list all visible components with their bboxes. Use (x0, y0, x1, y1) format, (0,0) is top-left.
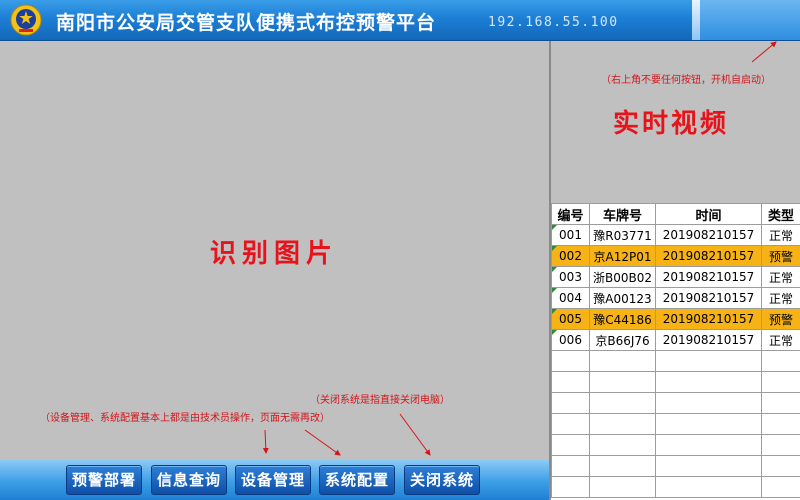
empty-table-row (551, 392, 800, 414)
plate-record-table: 编号 车牌号 时间 类型 001 豫R03771 201908210157 正常 002… (551, 203, 800, 500)
empty-table-row (551, 413, 800, 435)
empty-cell (551, 434, 590, 456)
column-header: 类型 (761, 203, 800, 225)
empty-cell (761, 413, 800, 435)
empty-cell (655, 371, 762, 393)
video-hint-note: （右上角不要任何按钮，开机自启动） (601, 75, 771, 86)
empty-cell (761, 455, 800, 477)
empty-cell (551, 413, 590, 435)
info-query-button[interactable]: 信息查询 (151, 465, 227, 495)
empty-cell (761, 476, 800, 498)
cell-plate: 京B66J76 (589, 329, 656, 351)
cell-time: 201908210157 (655, 224, 762, 246)
empty-cell (761, 371, 800, 393)
column-header: 编号 (551, 203, 590, 225)
column-header: 车牌号 (589, 203, 656, 225)
header-right-panel (700, 0, 800, 40)
admin-note: （设备管理、系统配置基本上都是由技术员操作，页面无需再改） (40, 413, 330, 424)
header-highlight (692, 0, 700, 40)
empty-cell (655, 434, 762, 456)
empty-cell (551, 392, 590, 414)
empty-cell (589, 350, 656, 372)
empty-cell (761, 434, 800, 456)
empty-cell (589, 371, 656, 393)
empty-cell (589, 392, 656, 414)
cell-id: 001 (551, 224, 590, 246)
cell-type: 正常 (761, 329, 800, 351)
system-config-button[interactable]: 系统配置 (319, 465, 395, 495)
empty-table-row (551, 476, 800, 498)
cell-plate: 豫A00123 (589, 287, 656, 309)
empty-cell (655, 413, 762, 435)
cell-id: 002 (551, 245, 590, 267)
live-video-label: 实时视频 (613, 109, 730, 139)
alert-deploy-button[interactable]: 预警部署 (66, 465, 142, 495)
recognition-image-label: 识别图片 (210, 239, 339, 269)
shutdown-button[interactable]: 关闭系统 (404, 465, 480, 495)
empty-cell (655, 392, 762, 414)
cell-type: 正常 (761, 266, 800, 288)
empty-cell (589, 413, 656, 435)
empty-table-row (551, 455, 800, 477)
empty-table-row (551, 350, 800, 372)
table-header-row: 编号 车牌号 时间 类型 (551, 203, 800, 225)
empty-cell (761, 392, 800, 414)
cell-time: 201908210157 (655, 329, 762, 351)
table-row[interactable]: 004 豫A00123 201908210157 正常 (551, 287, 800, 309)
cell-time: 201908210157 (655, 287, 762, 309)
empty-table-row (551, 371, 800, 393)
table-row[interactable]: 003 浙B00B02 201908210157 正常 (551, 266, 800, 288)
cell-type: 预警 (761, 245, 800, 267)
column-header: 时间 (655, 203, 762, 225)
cell-plate: 豫C44186 (589, 308, 656, 330)
cell-type: 正常 (761, 224, 800, 246)
cell-plate: 浙B00B02 (589, 266, 656, 288)
recognition-image-area: 识别图片 (0, 41, 549, 460)
live-video-area: （右上角不要任何按钮，开机自启动） 实时视频 (551, 41, 800, 201)
empty-cell (589, 476, 656, 498)
empty-cell (655, 350, 762, 372)
cell-id: 003 (551, 266, 590, 288)
shutdown-note: （关闭系统是指直接关闭电脑） (310, 395, 450, 406)
cell-id: 006 (551, 329, 590, 351)
empty-cell (761, 350, 800, 372)
cell-type: 预警 (761, 308, 800, 330)
table-row[interactable]: 006 京B66J76 201908210157 正常 (551, 329, 800, 351)
empty-cell (589, 455, 656, 477)
empty-table-row (551, 434, 800, 456)
empty-cell (589, 434, 656, 456)
cell-time: 201908210157 (655, 245, 762, 267)
page-title: 南阳市公安局交管支队便携式布控预警平台 (56, 12, 437, 34)
empty-cell (551, 455, 590, 477)
table-row[interactable]: 001 豫R03771 201908210157 正常 (551, 224, 800, 246)
empty-cell (551, 371, 590, 393)
cell-time: 201908210157 (655, 308, 762, 330)
table-row[interactable]: 002 京A12P01 201908210157 预警 (551, 245, 800, 267)
empty-cell (655, 476, 762, 498)
cell-type: 正常 (761, 287, 800, 309)
empty-cell (551, 476, 590, 498)
empty-cell (551, 350, 590, 372)
device-manage-button[interactable]: 设备管理 (235, 465, 311, 495)
cell-id: 004 (551, 287, 590, 309)
cell-time: 201908210157 (655, 266, 762, 288)
cell-id: 005 (551, 308, 590, 330)
police-emblem-icon (10, 4, 42, 36)
table-row[interactable]: 005 豫C44186 201908210157 预警 (551, 308, 800, 330)
cell-plate: 京A12P01 (589, 245, 656, 267)
ip-address: 192.168.55.100 (488, 15, 619, 30)
empty-cell (655, 455, 762, 477)
title-bar: 南阳市公安局交管支队便携式布控预警平台 192.168.55.100 (0, 0, 800, 41)
cell-plate: 豫R03771 (589, 224, 656, 246)
